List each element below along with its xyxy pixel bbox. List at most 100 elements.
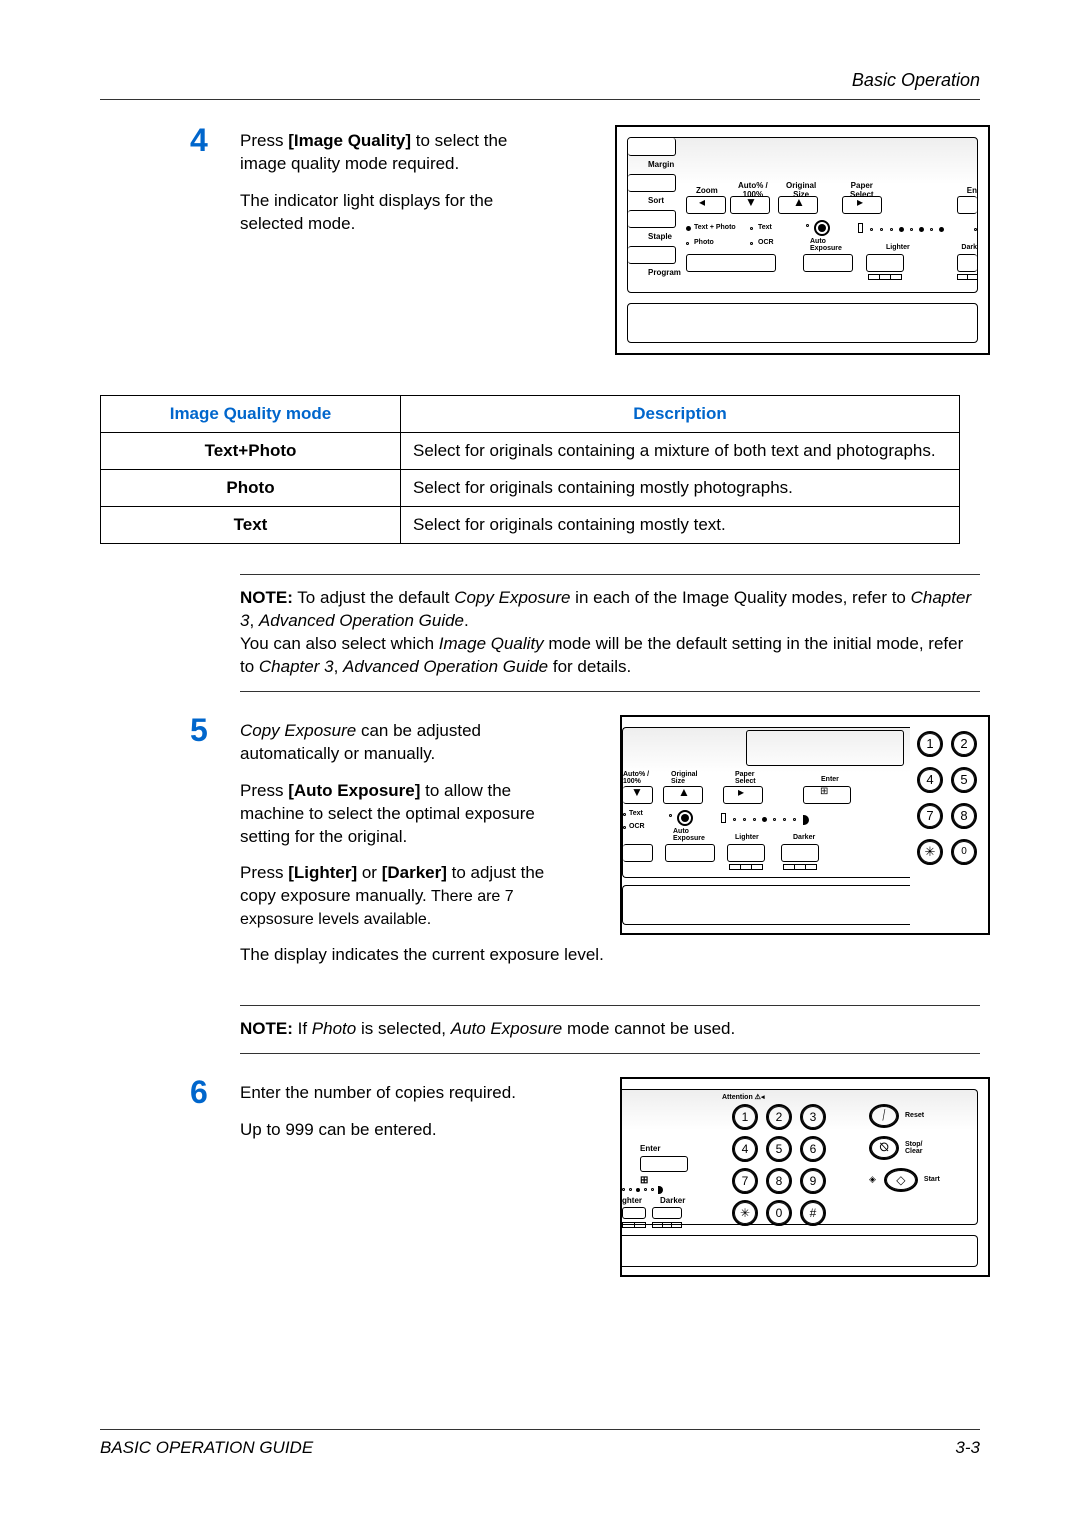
d5-b4: ⊞ [803,786,851,804]
enter-area: Enter ⊞ [640,1144,688,1186]
d5-bt4 [781,844,819,862]
td-mode: Text [101,507,401,544]
n2t4: Auto Exposure [451,1019,563,1038]
ed [651,1188,654,1191]
mini-darker-btn [652,1207,682,1219]
lghter: ghter [622,1196,642,1205]
d4-textphoto-lbl: Text + Photo [694,224,736,231]
stop-clear-button: ⦰ [869,1136,899,1160]
exp-scale [729,864,763,870]
key-1: 1 [732,1104,758,1130]
d4-darker-btn [957,254,977,272]
stopclear-lbl: Stop/ Clear [905,1141,923,1155]
d4-ae-btn [803,254,853,272]
key-1: 1 [917,731,943,757]
d4-inner: Margin Sort Staple Program Zoom Auto% / … [627,137,978,293]
step-5-text: Copy Exposure can be adjusted automatica… [240,720,550,932]
d5-bottom [622,885,910,925]
key-2: 2 [766,1104,792,1130]
d4-margin-btn [628,138,676,156]
ef [762,817,767,822]
diagram-keypad-panel: Attention ⚠◂ Enter ⊞ [620,1077,990,1277]
exp-dot-filled [939,227,944,232]
exposure-mini: ghter Darker [622,1186,685,1228]
d5-bt1 [623,844,653,862]
header-title: Basic Operation [100,70,980,91]
key-hash: # [800,1200,826,1226]
d4-zoom-btn: ◂ [686,196,726,214]
enter-lbl: Enter [640,1144,660,1153]
key-star: ✳ [917,839,943,865]
d4-sort-btn [628,174,676,192]
step-5-number: 5 [190,712,208,749]
exp-dot [890,228,893,231]
attention-text: Attention [722,1094,753,1101]
d4-paper-btn: ▸ [842,196,882,214]
d5-dot2 [623,826,626,829]
d5-auto100: Auto% / 100% [623,771,649,785]
d4-staple-lbl: Staple [648,232,672,241]
n1t11: Chapter 3 [259,657,334,676]
s6p2: Up to 999 can be entered. [240,1119,550,1142]
table-row: Text Select for originals containing mos… [101,507,960,544]
d4-origsize-btn: ▲ [778,196,818,214]
note-photo-auto-exposure: NOTE: If Photo is selected, Auto Exposur… [240,1005,980,1054]
reset-lbl: Reset [905,1112,924,1119]
reset-button: ⟋ [869,1104,899,1128]
e [783,818,786,821]
d4-ocr-lbl: OCR [758,239,774,246]
key-5: 5 [766,1136,792,1162]
d4-darker-lbl: Dark [961,244,977,251]
ed [629,1188,632,1191]
d4-auto100-btn: ▼ [730,196,770,214]
start-button: ◇ [884,1168,918,1192]
key-4: 4 [732,1136,758,1162]
step-6-text: Enter the number of copies required. Up … [240,1082,550,1142]
key-8: 8 [766,1168,792,1194]
step-4: 4 Press [Image Quality] to select the im… [240,130,980,370]
d4-photo-lbl: Photo [694,239,714,246]
s5p3d: [Darker] [382,863,447,882]
d5-lighter: Lighter [735,834,759,841]
image-quality-table: Image Quality mode Description Text+Phot… [100,395,960,544]
d4-enter-lbl: En [967,186,977,195]
note1-label: NOTE: [240,588,293,607]
n1t7: . [464,611,469,630]
n2t1: If [293,1019,312,1038]
d5-display [746,730,904,766]
key-star: ✳ [732,1200,758,1226]
ed [622,1188,625,1191]
auto-exposure-icon [677,810,693,826]
th-desc: Description [401,396,960,433]
e [793,818,796,821]
n1t5: , [249,611,258,630]
n2t2: Photo [312,1019,356,1038]
keypad: 1 2 3 4 5 6 7 8 9 [732,1104,826,1232]
e [733,818,736,821]
footer-right: 3-3 [955,1438,980,1458]
exp-scale [783,864,817,870]
th-mode: Image Quality mode [101,396,401,433]
key-6: 6 [800,1136,826,1162]
dker: Darker [660,1196,685,1205]
d5-darker: Darker [793,834,815,841]
exp-dot [880,228,883,231]
key-0: 0 [766,1200,792,1226]
d5-b2: ▲ [663,786,703,804]
n2t5: mode cannot be used. [562,1019,735,1038]
n1t6: Advanced Operation Guide [259,611,464,630]
s5p2b: [Auto Exposure] [288,781,420,800]
s4-p1b: [Image Quality] [288,131,416,150]
d4-lighter-btn [866,254,904,272]
enter-btn [640,1156,688,1172]
td-desc: Select for originals containing mostly t… [401,507,960,544]
d4-margin-lbl: Margin [648,160,674,169]
table-row: Photo Select for originals containing mo… [101,470,960,507]
key-2: 2 [951,731,977,757]
d5-text: Text [629,810,643,817]
diagram-exposure-panel: Auto% / 100% Original Size Paper Select … [620,715,990,935]
ed [644,1188,647,1191]
s4-p1a: Press [240,131,288,150]
s4-p2: The indicator light displays for the sel… [240,190,550,236]
d6-inner: Attention ⚠◂ Enter ⊞ [622,1089,978,1225]
